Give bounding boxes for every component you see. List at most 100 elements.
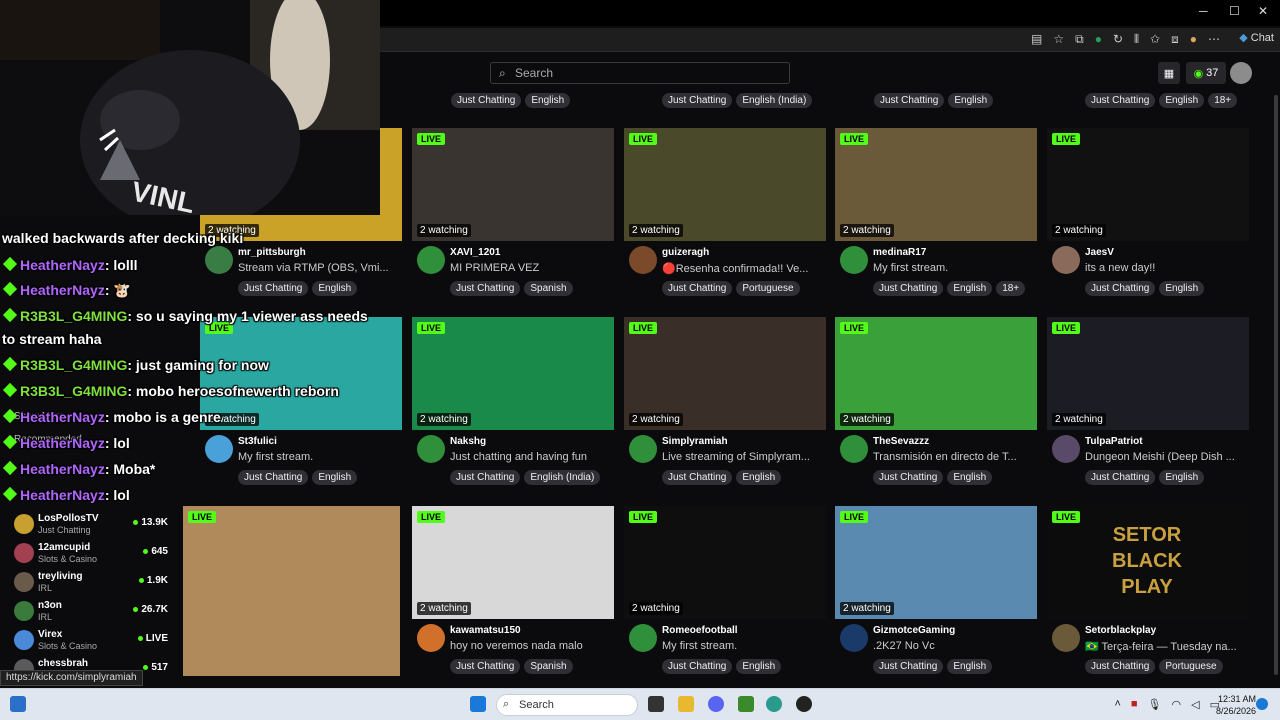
channel-name[interactable]: Simplyramiah [662,436,728,447]
extension-icon[interactable]: ⧉ [1075,32,1084,47]
stream-title[interactable]: Just chatting and having fun [450,451,614,463]
chat-username[interactable]: HeatherNayz [20,282,105,298]
chat-username[interactable]: R3B3L_G4MING [20,357,127,373]
stream-title[interactable]: MI PRIMERA VEZ [450,262,614,274]
sidebar-channel-item[interactable]: treyliving IRL 1.9K [14,570,174,598]
stream-thumbnail[interactable] [183,506,400,676]
chat-username[interactable]: HeatherNayz [20,409,105,425]
tag[interactable]: Just Chatting [874,93,945,108]
tag[interactable]: English [736,470,782,485]
reading-icon[interactable]: ▤ [1031,32,1042,47]
channel-name[interactable]: Romeoefootball [662,625,738,636]
tag[interactable]: Just Chatting [238,281,309,296]
user-avatar[interactable] [1230,62,1252,84]
tag[interactable]: Just Chatting [450,659,521,674]
sidebar-channel-item[interactable]: Virex Slots & Casino LIVE [14,628,174,656]
tag[interactable]: Spanish [524,281,573,296]
channel-avatar[interactable] [840,435,868,463]
tag[interactable]: English [1159,93,1205,108]
chevron-up-icon[interactable]: ˄ [1114,698,1120,711]
edge-icon[interactable] [766,696,782,712]
search-input[interactable] [515,65,775,81]
channel-avatar[interactable] [629,624,657,652]
tag[interactable]: Just Chatting [1085,470,1156,485]
tag[interactable]: Just Chatting [873,659,944,674]
channel-name[interactable]: mr_pittsburgh [238,247,306,258]
grammarly-icon[interactable]: ● [1095,32,1102,47]
taskbar-clock[interactable]: 12:31 AM 8/26/2026 [1216,693,1256,717]
stream-title[interactable]: .2K27 No Vc [873,640,1037,652]
tag[interactable]: Just Chatting [662,470,733,485]
obs-icon[interactable] [796,696,812,712]
file-explorer-icon[interactable] [678,696,694,712]
split-screen-icon[interactable]: ⫴ [1134,32,1139,47]
tag[interactable]: Just Chatting [450,281,521,296]
widgets-icon[interactable] [10,696,26,712]
sidebar-channel-item[interactable]: 12amcupid Slots & Casino 645 [14,541,174,569]
tag[interactable]: Just Chatting [662,659,733,674]
start-icon[interactable] [470,696,486,712]
favorite-star-icon[interactable]: ☆ [1053,32,1064,47]
channel-avatar[interactable] [1052,435,1080,463]
refresh-extension-icon[interactable]: ↻ [1113,32,1123,47]
stream-title[interactable]: Transmisión en directo de T... [873,451,1037,463]
chat-username[interactable]: HeatherNayz [20,461,105,477]
tag[interactable]: Just Chatting [1085,93,1156,108]
notification-icon[interactable] [1256,698,1268,710]
channel-name[interactable]: TheSevazzz [873,436,929,447]
tag[interactable]: English [947,659,993,674]
maximize-button[interactable]: ☐ [1229,4,1240,18]
channel-avatar[interactable] [840,246,868,274]
tag[interactable]: English (India) [524,470,601,485]
tag[interactable]: Just Chatting [238,470,309,485]
volume-icon[interactable]: ◁ [1191,698,1199,711]
tag[interactable]: Just Chatting [450,470,521,485]
stream-title[interactable]: My first stream. [238,451,402,463]
tag[interactable]: Just Chatting [873,470,944,485]
channel-avatar[interactable] [629,435,657,463]
channel-avatar[interactable] [205,246,233,274]
channel-avatar[interactable] [1052,624,1080,652]
stream-title[interactable]: 🔴Resenha confirmada!! Ve... [662,262,826,275]
search-box[interactable]: ⌕ [490,62,790,84]
channel-name[interactable]: GizmotceGaming [873,625,955,636]
tag[interactable]: Just Chatting [662,281,733,296]
sidebar-channel-item[interactable]: LosPollosTV Just Chatting 13.9K [14,512,174,540]
tag[interactable]: Just Chatting [1085,659,1156,674]
tag[interactable]: Just Chatting [451,93,522,108]
chat-username[interactable]: R3B3L_G4MING [20,308,127,324]
favorites-icon[interactable]: ✩ [1150,32,1160,47]
profile-avatar-icon[interactable]: ● [1190,32,1197,47]
collections-icon[interactable]: ⧈ [1171,32,1179,47]
channel-name[interactable]: guizeragh [662,247,709,258]
channel-name[interactable]: TulpaPatriot [1085,436,1143,447]
tag[interactable]: Just Chatting [873,281,944,296]
channel-name[interactable]: Setorblackplay [1085,625,1156,636]
sidebar-channel-item[interactable]: n3on IRL 26.7K [14,599,174,627]
tag[interactable]: English [1159,281,1205,296]
channel-avatar[interactable] [417,624,445,652]
tag[interactable]: English [947,470,993,485]
close-button[interactable]: ✕ [1258,4,1268,18]
channel-avatar[interactable] [629,246,657,274]
minecraft-icon[interactable] [738,696,754,712]
channel-name[interactable]: medinaR17 [873,247,926,258]
stream-title[interactable]: hoy no veremos nada malo [450,640,614,652]
tag[interactable]: 18+ [1208,93,1238,108]
tray-app-icon[interactable]: ■ [1131,698,1138,711]
channel-avatar[interactable] [840,624,868,652]
stream-title[interactable]: its a new day!! [1085,262,1249,274]
channel-avatar[interactable] [417,246,445,274]
channel-name[interactable]: JaesV [1085,247,1114,258]
channel-name[interactable]: St3fulici [238,436,277,447]
channel-name[interactable]: Nakshg [450,436,486,447]
stream-title[interactable]: Dungeon Meishi (Deep Dish ... [1085,451,1249,463]
page-scrollbar-thumb[interactable] [1274,95,1278,675]
tag[interactable]: English [948,93,994,108]
stream-title[interactable]: My first stream. [662,640,826,652]
tag[interactable]: English [1159,470,1205,485]
tag[interactable]: Portuguese [1159,659,1223,674]
copilot-chat-button[interactable]: ◆ Chat [1239,31,1274,44]
minimize-button[interactable]: ─ [1199,4,1208,18]
microphone-icon[interactable]: 🎙 [1148,698,1162,711]
